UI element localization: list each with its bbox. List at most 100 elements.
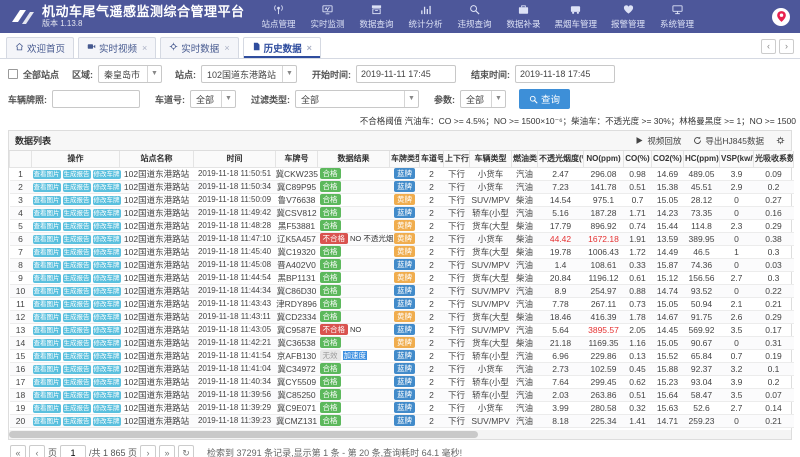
edit-plate-button[interactable]: 修改车牌 [93, 339, 121, 349]
view-image-button[interactable]: 查看图片 [33, 183, 61, 193]
view-image-button[interactable]: 查看图片 [33, 222, 61, 232]
last-page-button[interactable]: » [159, 445, 175, 457]
tab-scroll-left-button[interactable]: ‹ [761, 39, 776, 54]
lane-select[interactable]: 全部▼ [190, 90, 236, 108]
filter-type-select[interactable]: 全部▼ [295, 90, 419, 108]
site-select[interactable]: 102国道东港路站▼ [201, 65, 297, 83]
view-image-button[interactable]: 查看图片 [33, 196, 61, 206]
edit-plate-button[interactable]: 修改车牌 [93, 417, 121, 427]
edit-plate-button[interactable]: 修改车牌 [93, 170, 121, 180]
generate-report-button[interactable]: 生成报告 [63, 313, 91, 323]
edit-plate-button[interactable]: 修改车牌 [93, 391, 121, 401]
view-image-button[interactable]: 查看图片 [33, 339, 61, 349]
plate-input[interactable] [52, 90, 140, 108]
location-pin-button[interactable] [772, 8, 790, 26]
scrollbar-thumb[interactable] [9, 431, 478, 438]
edit-plate-button[interactable]: 修改车牌 [93, 183, 121, 193]
generate-report-button[interactable]: 生成报告 [63, 222, 91, 232]
generate-report-button[interactable]: 生成报告 [63, 365, 91, 375]
view-image-button[interactable]: 查看图片 [33, 274, 61, 284]
page-number-input[interactable] [60, 445, 86, 457]
view-image-button[interactable]: 查看图片 [33, 326, 61, 336]
view-image-button[interactable]: 查看图片 [33, 417, 61, 427]
edit-plate-button[interactable]: 修改车牌 [93, 235, 121, 245]
edit-plate-button[interactable]: 修改车牌 [93, 274, 121, 284]
view-image-button[interactable]: 查看图片 [33, 235, 61, 245]
edit-plate-button[interactable]: 修改车牌 [93, 352, 121, 362]
generate-report-button[interactable]: 生成报告 [63, 170, 91, 180]
prev-page-button[interactable]: ‹ [29, 445, 45, 457]
edit-plate-button[interactable]: 修改车牌 [93, 378, 121, 388]
close-icon[interactable]: × [142, 43, 147, 53]
generate-report-button[interactable]: 生成报告 [63, 261, 91, 271]
view-image-button[interactable]: 查看图片 [33, 261, 61, 271]
generate-report-button[interactable]: 生成报告 [63, 183, 91, 193]
generate-report-button[interactable]: 生成报告 [63, 352, 91, 362]
nav-item-violation-query[interactable]: 违规查询 [457, 4, 493, 30]
tab-history-data[interactable]: 历史数据× [243, 37, 321, 58]
nav-item-data-supplement[interactable]: 数据补录 [506, 4, 542, 30]
view-image-button[interactable]: 查看图片 [33, 287, 61, 297]
tab-scroll-right-button[interactable]: › [779, 39, 794, 54]
nav-item-data-query[interactable]: 数据查询 [359, 4, 395, 30]
edit-plate-button[interactable]: 修改车牌 [93, 222, 121, 232]
nav-item-smoke-vehicle-mgmt[interactable]: 黑烟车管理 [555, 4, 598, 30]
param-select[interactable]: 全部▼ [460, 90, 506, 108]
edit-plate-button[interactable]: 修改车牌 [93, 196, 121, 206]
generate-report-button[interactable]: 生成报告 [63, 287, 91, 297]
generate-report-button[interactable]: 生成报告 [63, 196, 91, 206]
export-hj845-button[interactable]: 导出HJ845数据 [693, 135, 764, 147]
next-page-button[interactable]: › [140, 445, 156, 457]
tab-realtime-video[interactable]: 实时视频× [78, 37, 156, 58]
edit-plate-button[interactable]: 修改车牌 [93, 248, 121, 258]
first-page-button[interactable]: « [10, 445, 26, 457]
settings-button[interactable] [776, 136, 785, 145]
video-playback-button[interactable]: 视频回放 [635, 135, 681, 147]
view-image-button[interactable]: 查看图片 [33, 248, 61, 258]
close-icon[interactable]: × [224, 43, 229, 53]
edit-plate-button[interactable]: 修改车牌 [93, 287, 121, 297]
nav-item-alarm-mgmt[interactable]: 报警管理 [610, 4, 646, 30]
view-image-button[interactable]: 查看图片 [33, 391, 61, 401]
generate-report-button[interactable]: 生成报告 [63, 417, 91, 427]
edit-plate-button[interactable]: 修改车牌 [93, 261, 121, 271]
view-image-button[interactable]: 查看图片 [33, 170, 61, 180]
edit-plate-button[interactable]: 修改车牌 [93, 209, 121, 219]
generate-report-button[interactable]: 生成报告 [63, 248, 91, 258]
end-time-input[interactable] [515, 65, 615, 83]
edit-plate-button[interactable]: 修改车牌 [93, 365, 121, 375]
generate-report-button[interactable]: 生成报告 [63, 209, 91, 219]
nav-item-site-mgmt[interactable]: 站点管理 [261, 4, 297, 30]
view-image-button[interactable]: 查看图片 [33, 352, 61, 362]
tab-welcome[interactable]: 欢迎首页 [6, 37, 74, 58]
all-sites-checkbox[interactable] [8, 69, 18, 79]
edit-plate-button[interactable]: 修改车牌 [93, 313, 121, 323]
area-select[interactable]: 秦皇岛市▼ [98, 65, 162, 83]
edit-plate-button[interactable]: 修改车牌 [93, 326, 121, 336]
refresh-button[interactable]: ↻ [178, 445, 194, 457]
query-button[interactable]: 查询 [519, 89, 570, 109]
view-image-button[interactable]: 查看图片 [33, 300, 61, 310]
nav-item-system-mgmt[interactable]: 系统管理 [659, 4, 695, 30]
generate-report-button[interactable]: 生成报告 [63, 339, 91, 349]
generate-report-button[interactable]: 生成报告 [63, 378, 91, 388]
view-image-button[interactable]: 查看图片 [33, 378, 61, 388]
edit-plate-button[interactable]: 修改车牌 [93, 404, 121, 414]
nav-item-realtime-monitor[interactable]: 实时监测 [310, 4, 346, 30]
generate-report-button[interactable]: 生成报告 [63, 274, 91, 284]
generate-report-button[interactable]: 生成报告 [63, 404, 91, 414]
view-image-button[interactable]: 查看图片 [33, 313, 61, 323]
generate-report-button[interactable]: 生成报告 [63, 391, 91, 401]
generate-report-button[interactable]: 生成报告 [63, 300, 91, 310]
close-icon[interactable]: × [307, 43, 312, 53]
view-image-button[interactable]: 查看图片 [33, 365, 61, 375]
horizontal-scrollbar[interactable] [9, 430, 791, 439]
tab-realtime-data[interactable]: 实时数据× [160, 37, 238, 58]
view-image-button[interactable]: 查看图片 [33, 404, 61, 414]
generate-report-button[interactable]: 生成报告 [63, 326, 91, 336]
generate-report-button[interactable]: 生成报告 [63, 235, 91, 245]
view-image-button[interactable]: 查看图片 [33, 209, 61, 219]
nav-item-stats-analysis[interactable]: 统计分析 [408, 4, 444, 30]
start-time-input[interactable] [356, 65, 456, 83]
edit-plate-button[interactable]: 修改车牌 [93, 300, 121, 310]
